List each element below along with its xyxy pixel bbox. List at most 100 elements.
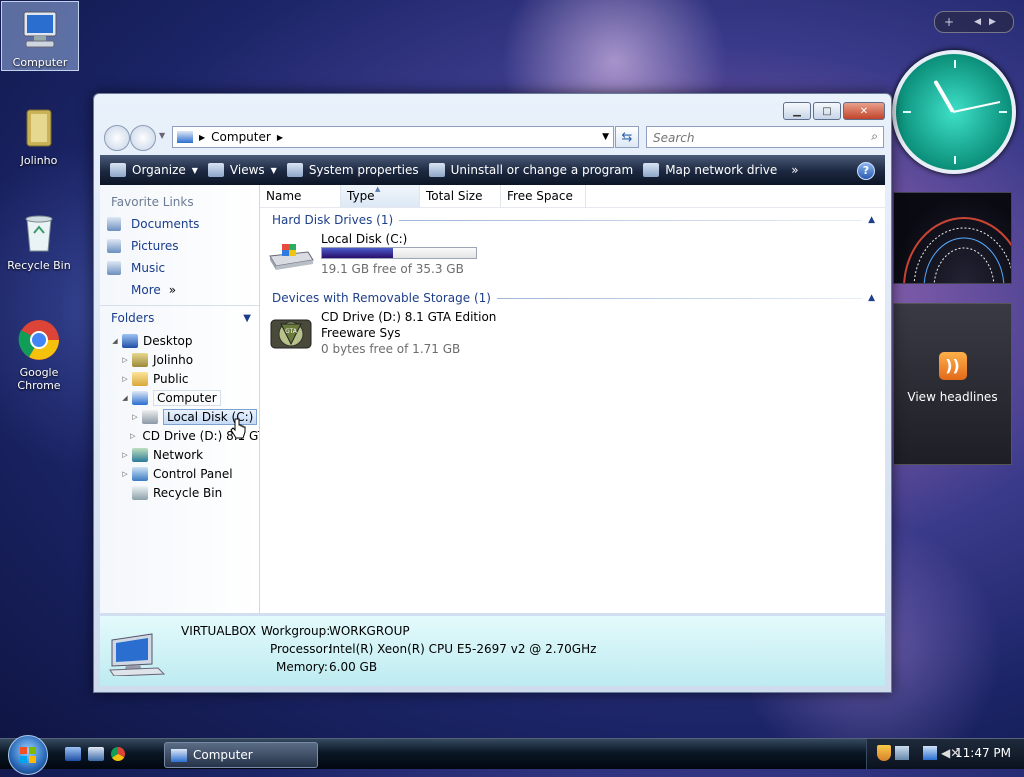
search-input[interactable] [651, 129, 855, 147]
group-title: Devices with Removable Storage (1) [272, 291, 491, 305]
favorite-link-documents[interactable]: Documents [107, 213, 259, 235]
taskbar-clock[interactable]: 11:47 PM [955, 746, 1011, 760]
tray-app-icon[interactable] [895, 746, 909, 760]
hard-drive-icon [268, 236, 314, 274]
recent-pages-icon[interactable]: ▼ [159, 131, 165, 140]
chevron-down-icon: ▼ [191, 165, 198, 175]
previous-gadget-icon[interactable]: ◀ [974, 17, 981, 27]
tree-node-computer[interactable]: ◢ Computer [100, 388, 259, 407]
back-button[interactable] [104, 125, 130, 151]
minimize-button[interactable]: ▁ [783, 102, 811, 120]
folder-icon [132, 371, 148, 386]
address-bar[interactable]: ▶ Computer ▶ ▼ [172, 126, 614, 148]
user-folder-icon [17, 106, 61, 150]
more-links-button[interactable]: More » [131, 279, 259, 301]
taskbar-button-label: Computer [193, 748, 253, 762]
expanded-arrow-icon[interactable]: ◢ [120, 394, 130, 402]
organize-label: Organize [132, 163, 186, 177]
views-icon [207, 163, 224, 177]
breadcrumb-arrow-icon[interactable]: ▶ [199, 133, 205, 142]
tree-node-desktop[interactable]: ◢ Desktop [100, 331, 259, 350]
group-header-hard-disk-drives[interactable]: Hard Disk Drives (1) ▲ [272, 212, 875, 228]
start-button[interactable] [8, 735, 48, 775]
tree-node-label: Jolinho [153, 352, 194, 367]
drive-item-local-disk[interactable]: Local Disk (C:) 19.1 GB free of 35.3 GB [268, 228, 885, 290]
views-button[interactable]: Views ▼ [207, 163, 277, 177]
group-divider [496, 297, 863, 299]
next-gadget-icon[interactable]: ▶ [989, 17, 996, 27]
column-header-name[interactable]: Name [260, 185, 341, 207]
uninstall-program-button[interactable]: Uninstall or change a program [428, 163, 633, 177]
group-header-removable-storage[interactable]: Devices with Removable Storage (1) ▲ [272, 290, 875, 306]
computer-icon [132, 390, 148, 405]
address-dropdown-icon[interactable]: ▼ [602, 132, 609, 142]
breadcrumb-arrow-icon[interactable]: ▶ [277, 133, 283, 142]
taskbar-button-computer[interactable]: Computer [164, 742, 318, 768]
desktop-icon-label: Google Chrome [17, 366, 61, 392]
address-crumb-computer[interactable]: Computer [211, 130, 271, 144]
forward-button[interactable] [130, 125, 156, 151]
close-button[interactable]: ✕ [843, 102, 885, 120]
map-network-drive-label: Map network drive [665, 163, 778, 177]
column-header-type[interactable]: Type ▲ [341, 185, 420, 207]
collapsed-arrow-icon[interactable]: ▷ [130, 432, 135, 440]
map-network-drive-button[interactable]: Map network drive [643, 163, 777, 177]
desktop-icon-google-chrome[interactable]: Google Chrome [1, 312, 77, 392]
add-gadget-button[interactable]: + [944, 15, 954, 29]
collapsed-arrow-icon[interactable]: ▷ [120, 356, 130, 364]
column-header-free-space[interactable]: Free Space [501, 185, 586, 207]
security-shield-icon[interactable] [877, 745, 891, 761]
tree-node-public[interactable]: ▷ Public [100, 369, 259, 388]
system-properties-button[interactable]: System properties [286, 163, 419, 177]
close-icon: ✕ [859, 105, 869, 117]
favorite-link-music[interactable]: Music [107, 257, 259, 279]
control-panel-icon [132, 466, 148, 481]
slideshow-gadget[interactable] [893, 192, 1024, 359]
favorite-link-pictures[interactable]: Pictures [107, 235, 259, 257]
tree-node-label: Computer [153, 389, 221, 406]
desktop-icon-jolinho[interactable]: Jolinho [1, 100, 77, 167]
computer-icon [171, 748, 187, 762]
sidebar-gadget-bar[interactable]: + ◀ ▶ [934, 11, 1014, 33]
column-header-total-size[interactable]: Total Size [420, 185, 501, 207]
search-icon[interactable]: ⌕ [871, 129, 878, 144]
collapsed-arrow-icon[interactable]: ▷ [120, 375, 130, 383]
more-commands-label: » [791, 163, 799, 177]
collapsed-arrow-icon[interactable]: ▷ [130, 413, 140, 421]
view-headlines-link[interactable]: View headlines [894, 390, 1011, 404]
switch-windows-icon[interactable] [88, 747, 104, 761]
desktop-icon-computer[interactable]: Computer [1, 1, 79, 71]
rss-icon: )) [938, 352, 967, 380]
help-button[interactable]: ? [857, 162, 875, 180]
network-status-icon[interactable] [923, 746, 937, 760]
drive-name: CD Drive (D:) 8.1 GTA Edition [321, 310, 497, 324]
tree-node-control-panel[interactable]: ▷ Control Panel [100, 464, 259, 483]
expanded-arrow-icon[interactable]: ◢ [110, 337, 120, 345]
refresh-button[interactable]: ⇆ [615, 126, 639, 148]
folders-header[interactable]: Folders ▼ [100, 305, 259, 330]
window-controls: ▁ □ ✕ [783, 102, 885, 120]
feed-headlines-gadget[interactable]: )) View headlines [893, 303, 1012, 465]
chrome-quick-launch-icon[interactable] [111, 747, 125, 761]
clock-gadget[interactable] [892, 50, 1016, 174]
collapse-group-icon[interactable]: ▲ [868, 215, 875, 225]
search-box[interactable]: ⌕ [646, 126, 884, 148]
explorer-window[interactable]: ▁ □ ✕ ▼ ▶ Computer ▶ ▼ ⇆ ⌕ Organize ▼ Vie… [93, 93, 892, 693]
collapse-group-icon[interactable]: ▲ [868, 293, 875, 303]
minimize-icon: ▁ [793, 105, 801, 117]
collapsed-arrow-icon[interactable]: ▷ [120, 451, 130, 459]
organize-button[interactable]: Organize ▼ [110, 163, 198, 177]
maximize-button[interactable]: □ [813, 102, 841, 120]
tree-node-network[interactable]: ▷ Network [100, 445, 259, 464]
navigation-pane: Favorite Links Documents Pictures Music … [100, 185, 260, 613]
more-commands-button[interactable]: » [791, 163, 798, 177]
processor-value: Intel(R) Xeon(R) CPU E5-2697 v2 @ 2.70GH… [329, 642, 597, 656]
show-desktop-icon[interactable] [65, 747, 81, 761]
chevron-down-icon: ▼ [243, 312, 251, 324]
tree-node-recycle-bin[interactable]: Recycle Bin [100, 483, 259, 502]
organize-icon [110, 163, 126, 177]
drive-item-cd-drive[interactable]: GTA CD Drive (D:) 8.1 GTA Edition Freewa… [268, 306, 885, 368]
desktop-icon-recycle-bin[interactable]: Recycle Bin [1, 205, 77, 272]
tree-node-jolinho[interactable]: ▷ Jolinho [100, 350, 259, 369]
collapsed-arrow-icon[interactable]: ▷ [120, 470, 130, 478]
